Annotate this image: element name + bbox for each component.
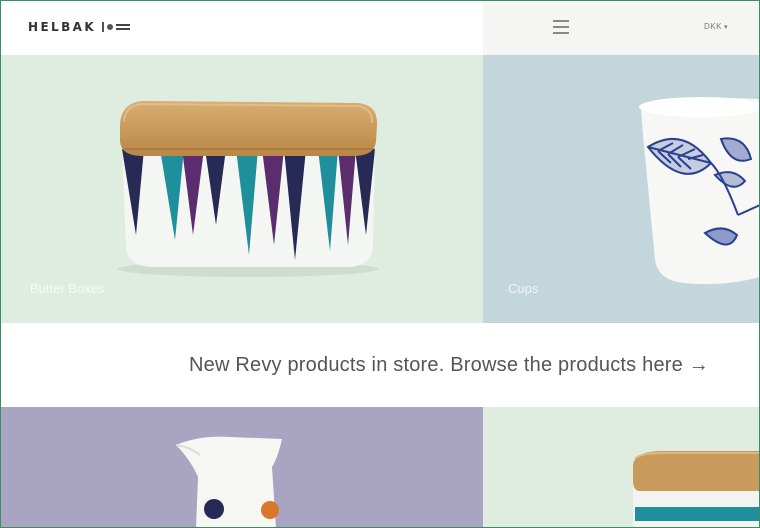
logo-mark-icon [102,22,130,32]
tile-butter-boxes[interactable]: Butter Boxes [0,55,483,323]
currency-label: DKK [704,22,722,31]
logo-text: HELBAK [28,20,97,34]
menu-icon[interactable] [553,20,569,34]
tile-label-butter-boxes[interactable]: Butter Boxes [30,281,104,296]
chevron-down-icon: ▾ [723,23,728,31]
tile-cups[interactable]: Cups [483,55,760,323]
jug-image [175,436,282,528]
tile-label-cups[interactable]: Cups [508,281,538,296]
tile-jug[interactable] [0,407,483,528]
logo[interactable]: HELBAK [28,19,130,35]
tile-jar[interactable] [483,407,760,528]
jar-image [633,451,760,528]
site-header: HELBAK DKK ▾ [0,0,760,55]
currency-selector[interactable]: DKK ▾ [704,22,728,31]
promo-banner-text[interactable]: New Revy products in store. Browse the p… [189,354,709,377]
promo-banner[interactable]: New Revy products in store. Browse the p… [0,323,760,407]
